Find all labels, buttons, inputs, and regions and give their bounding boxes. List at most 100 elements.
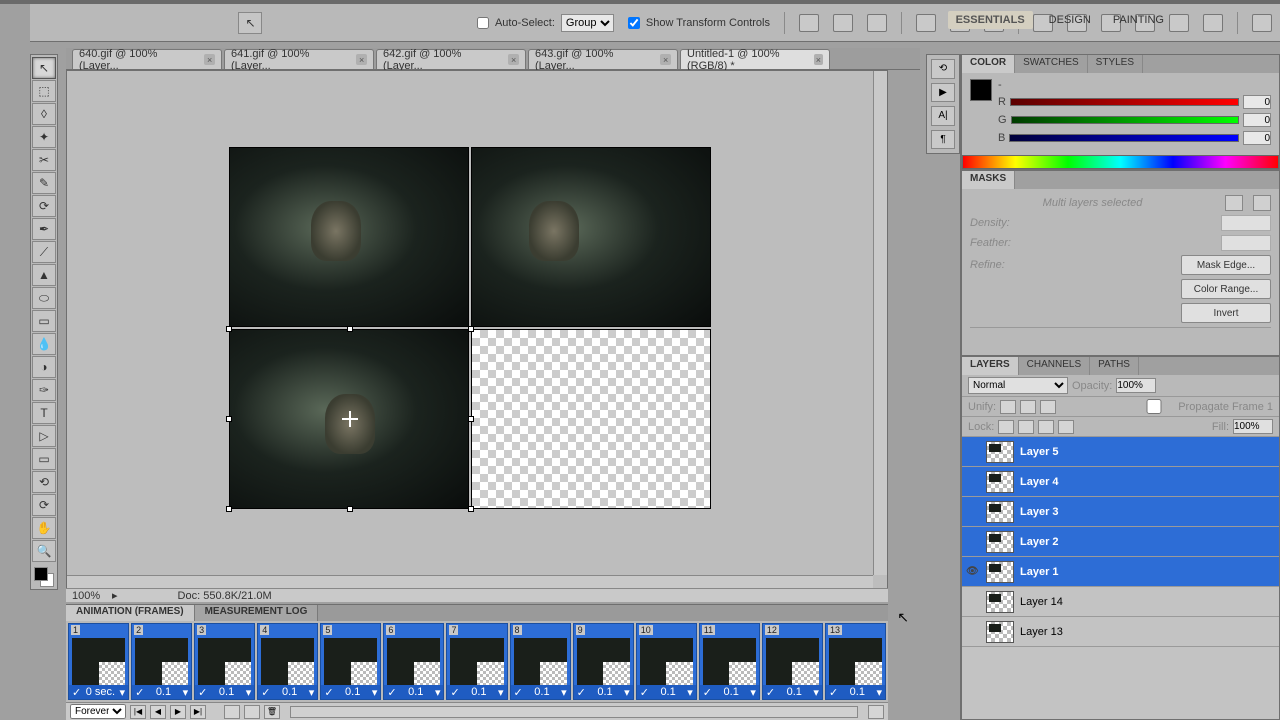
zoom-menu-icon[interactable]: ▸ (112, 589, 118, 602)
close-icon[interactable]: × (660, 54, 671, 65)
path-tool[interactable]: ▷ (32, 425, 56, 447)
auto-align-icon[interactable] (1252, 14, 1272, 32)
animation-frame[interactable]: 7✓0.1▾ (446, 623, 507, 700)
pixel-mask-icon[interactable] (1225, 195, 1243, 211)
first-frame-icon[interactable]: |◀ (130, 705, 146, 719)
propagate-checkbox[interactable] (1134, 399, 1174, 414)
document-tab[interactable]: Untitled-1 @ 100% (RGB/8) *× (680, 49, 830, 69)
animation-frame[interactable]: 10✓0.1▾ (636, 623, 697, 700)
opacity-input[interactable] (1116, 378, 1156, 393)
unify-vis-icon[interactable] (1020, 400, 1036, 414)
stamp-tool[interactable]: ⟋ (32, 241, 56, 263)
visibility-icon[interactable] (966, 505, 980, 519)
mask-trash-icon[interactable] (1257, 331, 1271, 345)
play-icon[interactable]: ▶ (170, 705, 186, 719)
close-icon[interactable]: × (204, 54, 215, 65)
shape-tool[interactable]: ▭ (32, 448, 56, 470)
mask-edge-button[interactable]: Mask Edge... (1181, 255, 1271, 275)
workspace-design[interactable]: DESIGN (1043, 11, 1097, 29)
tab-paths[interactable]: PATHS (1090, 357, 1139, 375)
layer-row[interactable]: Layer 4 (962, 467, 1279, 497)
distribute-5-icon[interactable] (1169, 14, 1189, 32)
fill-input[interactable] (1233, 419, 1273, 434)
show-transform-checkbox[interactable] (628, 17, 640, 29)
marquee-tool[interactable]: ⬚ (32, 80, 56, 102)
document-tab[interactable]: 643.gif @ 100% (Layer...× (528, 49, 678, 69)
zoom-readout[interactable]: 100% (72, 590, 112, 602)
blend-mode-select[interactable]: Normal (968, 377, 1068, 394)
mask-footer-2[interactable] (984, 331, 998, 345)
lock-pos-icon[interactable] (1038, 420, 1054, 434)
lock-trans-icon[interactable] (998, 420, 1014, 434)
layer-row[interactable]: Layer 5 (962, 437, 1279, 467)
unify-pos-icon[interactable] (1000, 400, 1016, 414)
animation-frame[interactable]: 1✓0 sec.▾ (68, 623, 129, 700)
lock-pixel-icon[interactable] (1018, 420, 1034, 434)
tab-masks[interactable]: MASKS (962, 171, 1015, 189)
layer-row[interactable]: Layer 13 (962, 617, 1279, 647)
brush-tool[interactable]: ✒ (32, 218, 56, 240)
green-value[interactable] (1243, 113, 1271, 127)
animation-frame[interactable]: 12✓0.1▾ (762, 623, 823, 700)
delete-frame-icon[interactable]: 🗑 (264, 705, 280, 719)
hand-tool[interactable]: ✋ (32, 517, 56, 539)
pen-tool[interactable]: ✑ (32, 379, 56, 401)
layer-row[interactable]: Layer 2 (962, 527, 1279, 557)
tab-animation-frames[interactable]: ANIMATION (FRAMES) (66, 605, 195, 621)
history-icon[interactable]: ⟲ (931, 59, 955, 79)
wand-tool[interactable]: ✦ (32, 126, 56, 148)
lock-all-icon[interactable] (1058, 420, 1074, 434)
auto-select-checkbox[interactable] (477, 17, 489, 29)
crop-tool[interactable]: ✂ (32, 149, 56, 171)
tab-measurement-log[interactable]: MEASUREMENT LOG (195, 605, 319, 621)
visibility-icon[interactable] (966, 535, 980, 549)
unify-style-icon[interactable] (1040, 400, 1056, 414)
actions-icon[interactable]: ▶ (931, 83, 955, 103)
close-icon[interactable]: × (508, 54, 519, 65)
dodge-tool[interactable]: ◑ (32, 356, 56, 378)
convert-timeline-icon[interactable] (868, 705, 884, 719)
animation-frame[interactable]: 11✓0.1▾ (699, 623, 760, 700)
visibility-icon[interactable] (966, 565, 980, 579)
visibility-icon[interactable] (966, 625, 980, 639)
tween-icon[interactable] (224, 705, 240, 719)
workspace-essentials[interactable]: ESSENTIALS (948, 11, 1033, 29)
blue-value[interactable] (1243, 131, 1271, 145)
foreground-color[interactable] (970, 79, 992, 101)
animation-frame[interactable]: 8✓0.1▾ (510, 623, 571, 700)
distribute-6-icon[interactable] (1203, 14, 1223, 32)
close-icon[interactable]: × (356, 54, 367, 65)
lasso-tool[interactable]: ◊ (32, 103, 56, 125)
gradient-tool[interactable]: ▭ (32, 310, 56, 332)
align-top-icon[interactable] (799, 14, 819, 32)
invert-button[interactable]: Invert (1181, 303, 1271, 323)
align-bottom-icon[interactable] (867, 14, 887, 32)
animation-frame[interactable]: 3✓0.1▾ (194, 623, 255, 700)
tab-swatches[interactable]: SWATCHES (1015, 55, 1088, 73)
tab-layers[interactable]: LAYERS (962, 357, 1019, 375)
3d-tool[interactable]: ⟲ (32, 471, 56, 493)
visibility-icon[interactable] (966, 475, 980, 489)
animation-frame[interactable]: 4✓0.1▾ (257, 623, 318, 700)
eyedropper-tool[interactable]: ✎ (32, 172, 56, 194)
document-tab[interactable]: 641.gif @ 100% (Layer...× (224, 49, 374, 69)
tab-channels[interactable]: CHANNELS (1019, 357, 1090, 375)
blur-tool[interactable]: 💧 (32, 333, 56, 355)
visibility-icon[interactable] (966, 445, 980, 459)
prev-frame-icon[interactable]: ◀ (150, 705, 166, 719)
tab-color[interactable]: COLOR (962, 55, 1015, 73)
density-input[interactable] (1221, 215, 1271, 231)
tab-styles[interactable]: STYLES (1088, 55, 1143, 73)
canvas-scrollbar-vertical[interactable] (873, 71, 887, 575)
align-left-icon[interactable] (916, 14, 936, 32)
eraser-tool[interactable]: ⬭ (32, 287, 56, 309)
visibility-icon[interactable] (966, 595, 980, 609)
blue-slider[interactable] (1009, 134, 1239, 142)
loop-select[interactable]: Forever (70, 704, 126, 719)
green-slider[interactable] (1011, 116, 1239, 124)
red-value[interactable] (1243, 95, 1271, 109)
document-tab[interactable]: 642.gif @ 100% (Layer...× (376, 49, 526, 69)
layer-row[interactable]: Layer 1 (962, 557, 1279, 587)
next-frame-icon[interactable]: ▶| (190, 705, 206, 719)
animation-frame[interactable]: 6✓0.1▾ (383, 623, 444, 700)
